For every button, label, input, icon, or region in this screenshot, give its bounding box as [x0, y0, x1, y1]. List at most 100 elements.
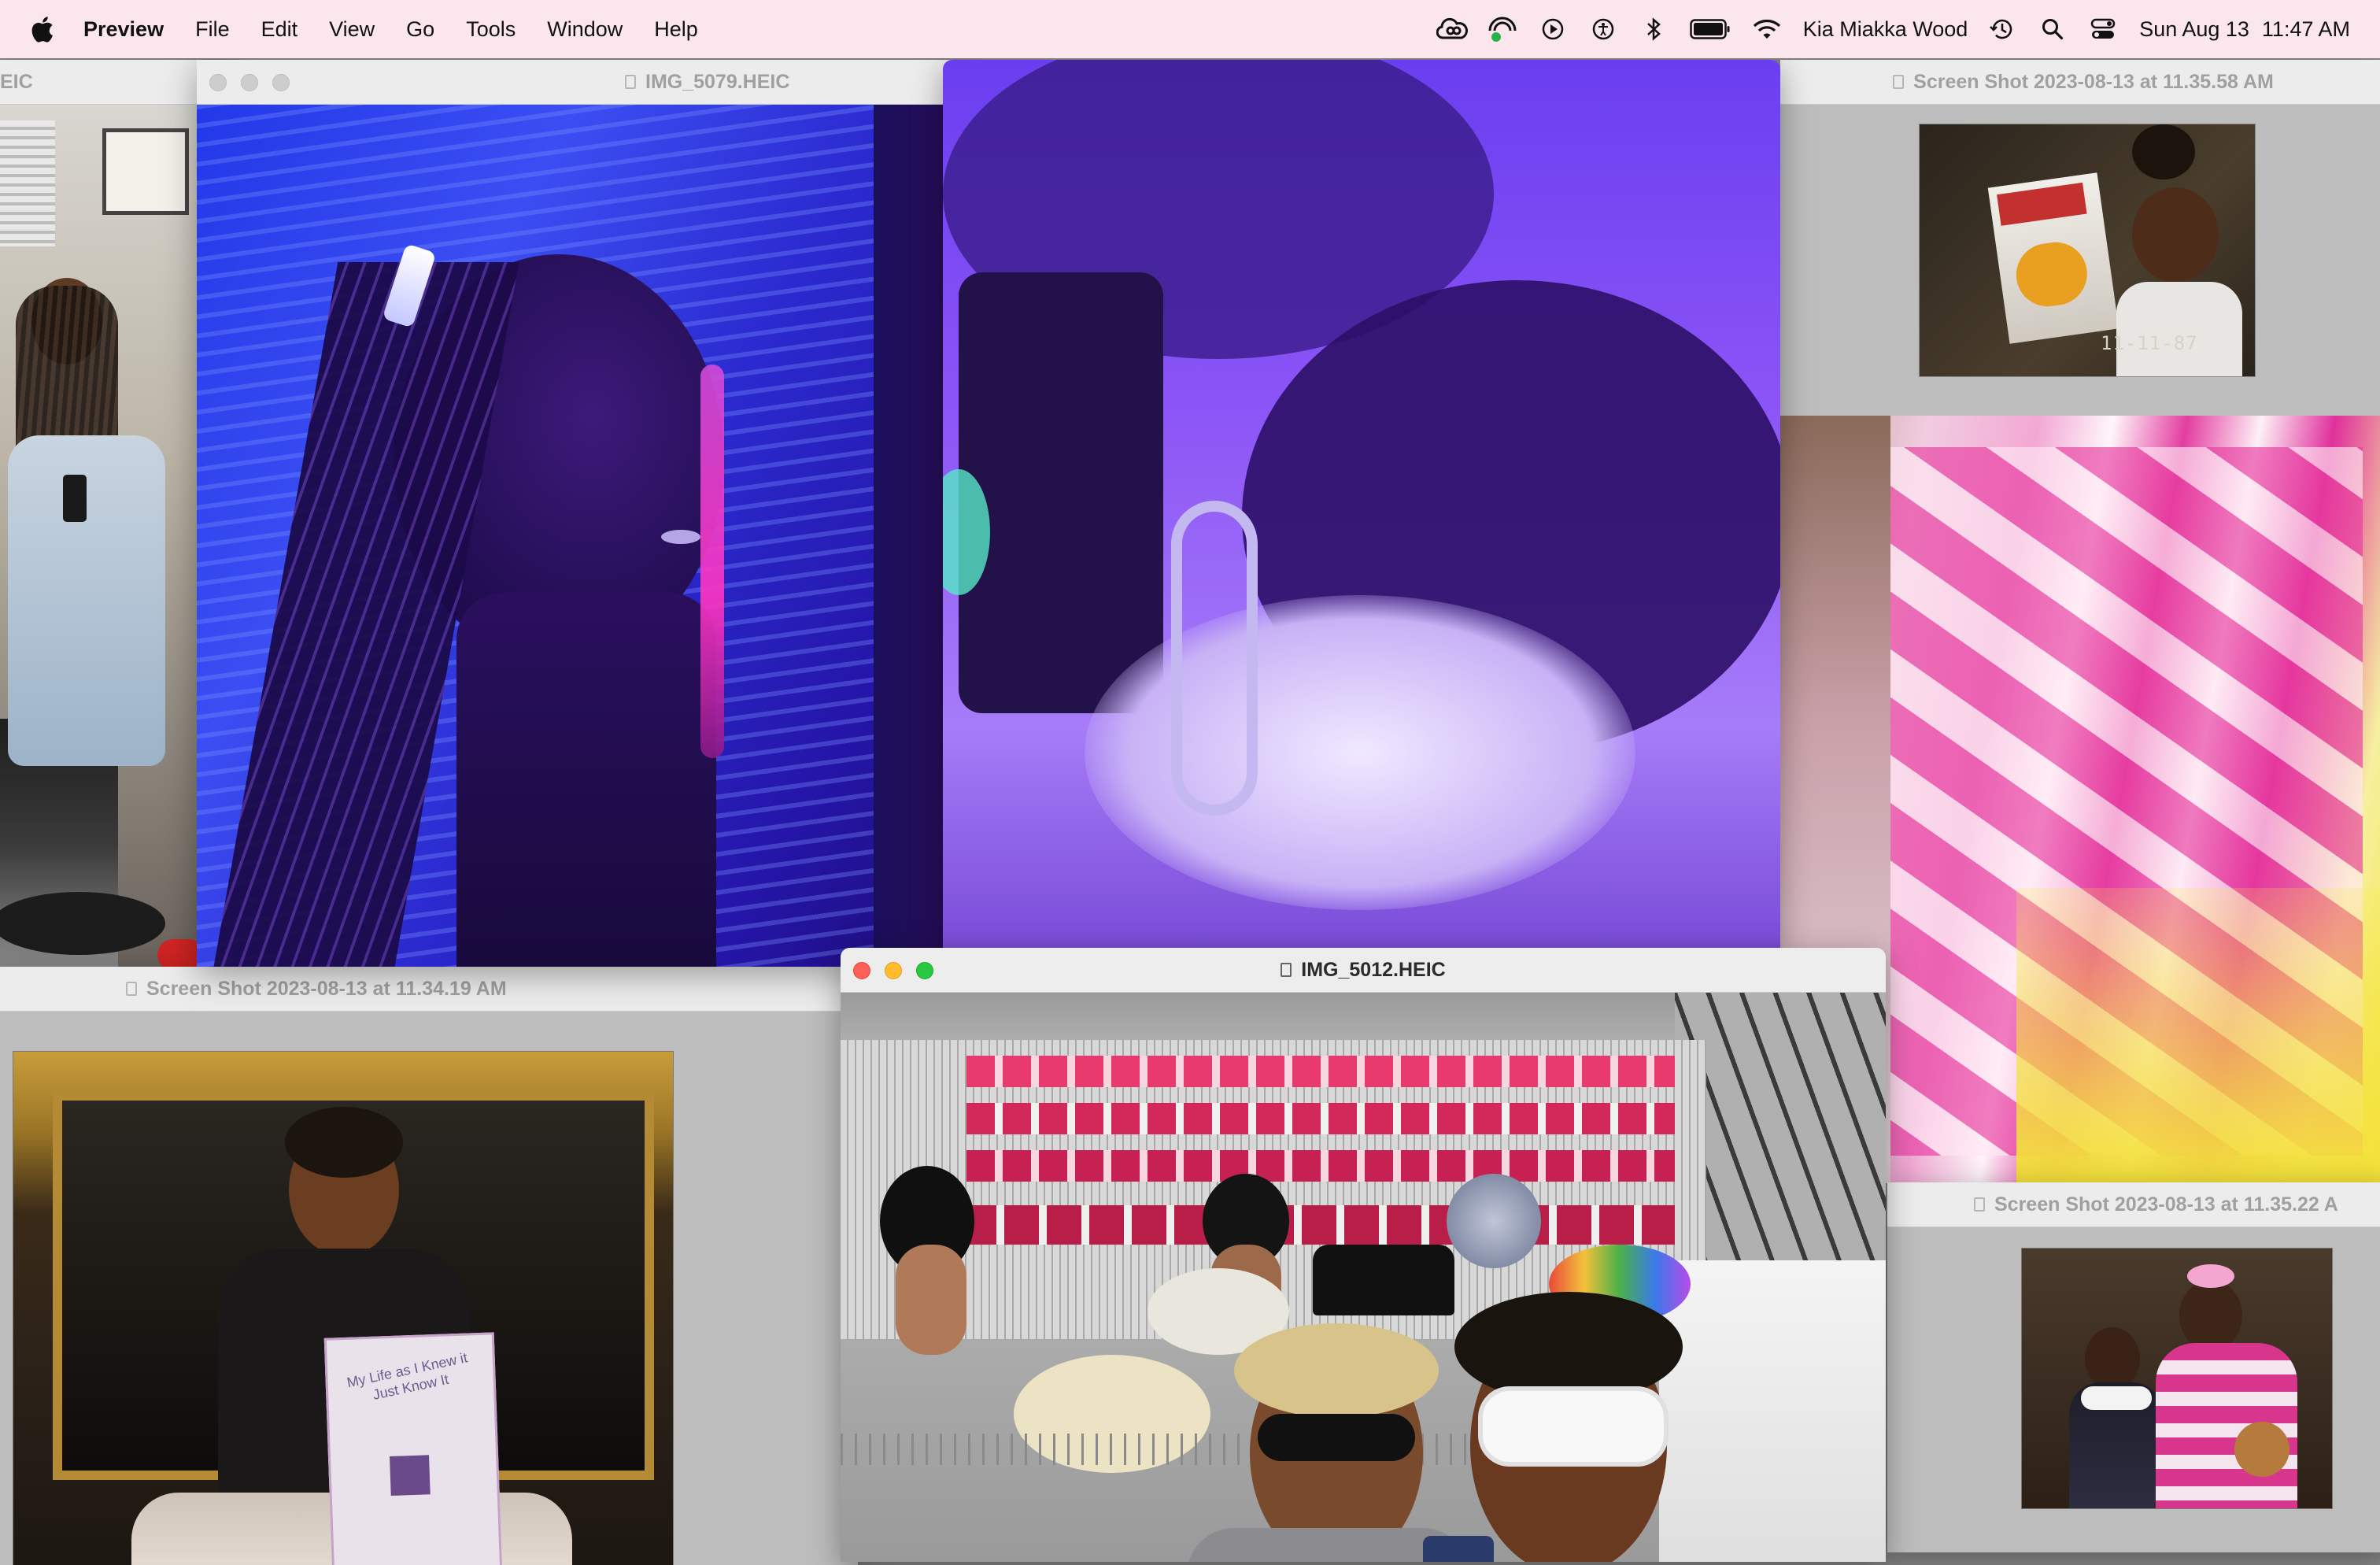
- window-title: EIC: [0, 70, 33, 93]
- spotlight-search-icon[interactable]: [2037, 13, 2068, 45]
- portrait-neck: [456, 593, 716, 967]
- window-titlebar[interactable]: Screen Shot 2023-08-13 at 11.34.19 AM: [0, 967, 858, 1012]
- menu-tools[interactable]: Tools: [466, 17, 516, 42]
- zoom-button[interactable]: [916, 962, 933, 979]
- menu-window[interactable]: Window: [547, 17, 623, 42]
- play-circle-icon[interactable]: [1537, 13, 1569, 45]
- close-button[interactable]: [209, 74, 227, 91]
- creative-cloud-icon[interactable]: [1436, 13, 1468, 45]
- selfie-person-left-hair: [1234, 1323, 1439, 1418]
- selfie-person-right-braids: [1454, 1292, 1683, 1402]
- document-icon: [625, 75, 636, 89]
- accessibility-icon[interactable]: [1587, 13, 1619, 45]
- white-top: [1085, 595, 1635, 910]
- preview-window-img-5012[interactable]: IMG_5012.HEIC: [841, 948, 1886, 1562]
- window-title: IMG_5079.HEIC: [645, 70, 790, 93]
- preview-window-screenshot-113419[interactable]: Screen Shot 2023-08-13 at 11.34.19 AM My…: [0, 967, 858, 1565]
- window-title: Screen Shot 2023-08-13 at 11.34.19 AM: [146, 977, 507, 1000]
- certificate-frame: [102, 128, 189, 215]
- menu-bar-left: Preview File Edit View Go Tools Window H…: [0, 0, 730, 58]
- image-content-store-selfie: [841, 993, 1886, 1562]
- black-sunglasses: [1258, 1414, 1415, 1461]
- menu-bar-status: Kia Miakka Wood Sun Aug 13 11:47 AM: [1417, 0, 2380, 58]
- white-panel: [1659, 1260, 1886, 1562]
- window-titlebar[interactable]: Screen Shot 2023-08-13 at 11.35.22 A: [1887, 1182, 2380, 1227]
- child-hair: [285, 1107, 403, 1178]
- book-title-text: My Life as I Knew it Just Know It: [345, 1349, 469, 1403]
- menu-bar-date[interactable]: Sun Aug 13: [2139, 17, 2249, 42]
- child-two-head: [2179, 1280, 2242, 1351]
- window-content: My Life as I Knew it Just Know It: [0, 1012, 858, 1565]
- user-name[interactable]: Kia Miakka Wood: [1803, 17, 1968, 42]
- window-title: IMG_5012.HEIC: [1301, 958, 1446, 981]
- teddy-bear: [2234, 1422, 2289, 1477]
- toy-box-art: [2012, 238, 2091, 311]
- window-content: [1887, 1227, 2380, 1552]
- child-one-collar: [2081, 1386, 2152, 1410]
- battery-icon[interactable]: [1688, 13, 1732, 45]
- document-icon: [1281, 963, 1292, 977]
- book-cover-image: [390, 1455, 431, 1497]
- menu-file[interactable]: File: [195, 17, 230, 42]
- menu-bar: Preview File Edit View Go Tools Window H…: [0, 0, 2380, 58]
- portrait-eye: [661, 530, 700, 544]
- mannequin-head-1: [896, 1245, 966, 1355]
- vpn-icon[interactable]: [1487, 13, 1518, 45]
- yellow-skirt: [2016, 888, 2380, 1183]
- window-controls: [853, 962, 948, 979]
- black-fedora: [1313, 1245, 1454, 1315]
- preview-window-screenshot-113522[interactable]: Screen Shot 2023-08-13 at 11.35.22 A: [1887, 1182, 2380, 1552]
- minimize-button[interactable]: [241, 74, 258, 91]
- child-shirt: [2116, 282, 2242, 376]
- apple-icon[interactable]: [28, 13, 55, 45]
- eyelash-packs-row-2: [966, 1103, 1675, 1134]
- eyelash-packs-row-4: [919, 1205, 1675, 1245]
- window-titlebar[interactable]: IMG_5012.HEIC: [841, 948, 1886, 993]
- time-machine-icon[interactable]: [1986, 13, 2018, 45]
- eyelash-packs-row-3: [966, 1150, 1675, 1182]
- wifi-icon[interactable]: [1751, 13, 1783, 45]
- bluetooth-icon[interactable]: [1638, 13, 1669, 45]
- window-title: Screen Shot 2023-08-13 at 11.35.58 AM: [1913, 70, 2274, 93]
- close-button[interactable]: [853, 962, 870, 979]
- image-content-purple-blur: [943, 60, 1780, 949]
- menu-edit[interactable]: Edit: [261, 17, 298, 42]
- eyelash-packs-row-1: [966, 1056, 1675, 1087]
- menu-go[interactable]: Go: [406, 17, 434, 42]
- menu-app-preview[interactable]: Preview: [83, 17, 164, 42]
- mannequin-sequin-turban: [1447, 1174, 1541, 1268]
- window-content: 11-11-87: [1780, 105, 2380, 422]
- image-content-two-children: [2021, 1248, 2333, 1509]
- document-icon: [1893, 75, 1905, 89]
- hoop-earring: [1171, 501, 1258, 816]
- document-icon: [126, 982, 137, 996]
- pink-bow: [2187, 1264, 2234, 1288]
- menu-help[interactable]: Help: [654, 17, 698, 42]
- phone-in-hand: [63, 475, 87, 522]
- window-titlebar[interactable]: IMG_5079.HEIC: [197, 60, 968, 105]
- window-controls: [209, 74, 304, 91]
- image-content-vintage-photo: 11-11-87: [1919, 124, 2256, 377]
- held-book: My Life as I Knew it Just Know It: [323, 1332, 503, 1565]
- window-titlebar[interactable]: Screen Shot 2023-08-13 at 11.35.58 AM: [1780, 60, 2380, 105]
- preview-window-screenshot-113558[interactable]: Screen Shot 2023-08-13 at 11.35.58 AM 11…: [1780, 60, 2380, 422]
- chair-base: [0, 892, 165, 955]
- menu-view[interactable]: View: [329, 17, 375, 42]
- toy-box: [1987, 172, 2119, 344]
- preview-window-purple-photo[interactable]: [943, 60, 1780, 949]
- menu-bar-time[interactable]: 11:47 AM: [2262, 17, 2350, 42]
- person-overalls: [8, 435, 165, 766]
- preview-window-img-5079[interactable]: IMG_5079.HEIC: [197, 60, 968, 967]
- window-title: Screen Shot 2023-08-13 at 11.35.22 A: [1994, 1193, 2338, 1215]
- adult-face-background: [2132, 124, 2195, 179]
- zoom-button[interactable]: [272, 74, 290, 91]
- video-date-stamp: 11-11-87: [2101, 332, 2198, 354]
- window-blinds: [0, 120, 55, 246]
- control-center-icon[interactable]: [2087, 13, 2119, 45]
- image-content-neon-portrait: [197, 105, 968, 967]
- image-content-child-with-book: My Life as I Knew it Just Know It: [13, 1051, 674, 1565]
- phone-case: [1423, 1536, 1494, 1562]
- minimize-button[interactable]: [885, 962, 902, 979]
- excited-child-face: [2132, 187, 2219, 282]
- child-one-head: [2085, 1327, 2140, 1390]
